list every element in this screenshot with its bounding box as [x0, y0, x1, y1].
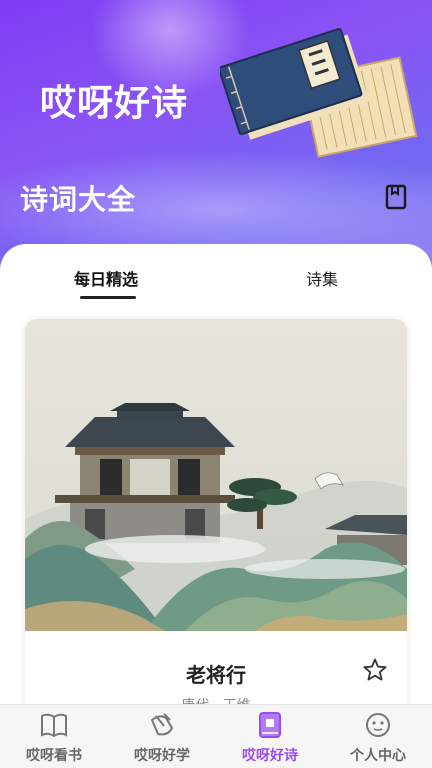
tab-poem-collection[interactable]: 诗集 — [306, 266, 338, 290]
star-outline-icon[interactable] — [362, 657, 388, 683]
tab-daily-selection[interactable]: 每日精选 — [74, 266, 138, 290]
ancient-book-icon — [220, 27, 418, 158]
nav-label: 哎呀好学 — [134, 748, 190, 764]
nav-label: 哎呀看书 — [26, 748, 82, 764]
face-icon — [366, 713, 390, 737]
featured-poem-card[interactable]: 老将行 唐代 · 王维 — [25, 319, 407, 719]
bookmark-icon[interactable] — [382, 183, 410, 211]
bottom-nav: 哎呀看书 哎呀好学 哎呀好诗 个人中心 — [0, 704, 432, 768]
nav-item-study[interactable]: 哎呀好学 — [108, 705, 216, 768]
nav-item-poems[interactable]: 哎呀好诗 — [216, 705, 324, 768]
nav-label: 哎呀好诗 — [242, 748, 298, 764]
content-panel: 每日精选 诗集 老将行 — [0, 244, 432, 719]
poem-book-icon — [259, 712, 281, 738]
section-title: 诗词大全 — [20, 183, 137, 216]
active-tab-indicator — [80, 296, 136, 299]
pen-icon — [151, 713, 173, 736]
poem-title: 老将行 — [186, 663, 246, 687]
nav-label: 个人中心 — [350, 748, 406, 764]
app-title: 哎呀好诗 — [40, 83, 189, 124]
nav-item-profile[interactable]: 个人中心 — [324, 705, 432, 768]
nav-item-read-books[interactable]: 哎呀看书 — [0, 705, 108, 768]
pavilion-landscape-painting — [25, 319, 407, 631]
open-book-icon — [41, 713, 67, 738]
